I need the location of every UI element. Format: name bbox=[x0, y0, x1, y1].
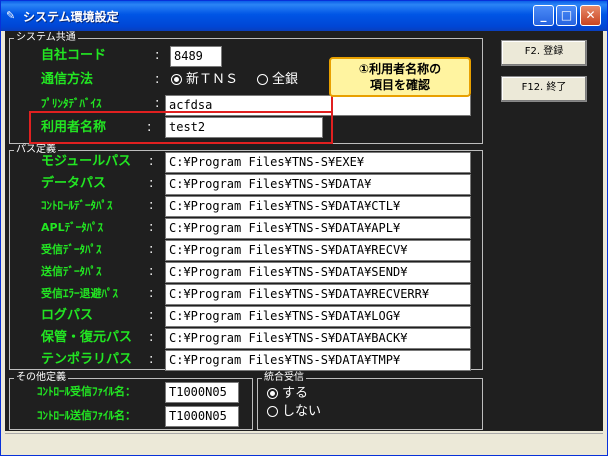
path-label-recv-error: 受信ｴﾗｰ退避ﾊﾟｽ bbox=[41, 287, 118, 300]
ctl-recv-input[interactable]: T1000N05 bbox=[165, 382, 239, 403]
integrated-radio-no[interactable]: しない bbox=[267, 403, 321, 421]
path-input-module[interactable]: C:¥Program Files¥TNS-S¥EXE¥ bbox=[165, 152, 471, 173]
path-label-module: モジュールパス bbox=[41, 154, 132, 169]
colon: : bbox=[149, 308, 154, 323]
radio-selected-icon bbox=[267, 388, 278, 399]
path-input-log[interactable]: C:¥Program Files¥TNS-S¥DATA¥LOG¥ bbox=[165, 306, 471, 327]
user-name-highlight-box bbox=[29, 111, 333, 144]
app-icon: ✎ bbox=[6, 9, 16, 22]
minimize-button[interactable]: _ bbox=[533, 5, 554, 26]
path-input-recv-error[interactable]: C:¥Program Files¥TNS-S¥DATA¥RECVERR¥ bbox=[165, 284, 471, 305]
colon: : bbox=[149, 264, 154, 279]
colon: : bbox=[149, 176, 154, 191]
path-label-backup: 保管・復元パス bbox=[41, 330, 133, 345]
integrated-option-label: する bbox=[282, 386, 309, 401]
comm-option-label: 新ＴＮＳ bbox=[186, 72, 239, 87]
path-input-recv-data[interactable]: C:¥Program Files¥TNS-S¥DATA¥RECV¥ bbox=[165, 240, 471, 261]
colon: : bbox=[149, 286, 154, 301]
colon: : bbox=[149, 330, 154, 345]
radio-unselected-icon bbox=[257, 74, 268, 85]
path-label-log: ログパス bbox=[41, 308, 94, 323]
comm-radio-zengin[interactable]: 全銀 bbox=[257, 71, 298, 89]
colon: : bbox=[149, 154, 154, 169]
path-input-temp[interactable]: C:¥Program Files¥TNS-S¥DATA¥TMP¥ bbox=[165, 350, 471, 371]
company-code-label: 自社コード bbox=[41, 48, 107, 63]
comm-method-label: 通信方法 bbox=[41, 72, 94, 87]
window-title: システム環境設定 bbox=[23, 10, 119, 24]
title-bar[interactable]: ✎ システム環境設定 _ □ ✕ bbox=[1, 1, 607, 31]
path-label-apl-data: APLﾃﾞｰﾀﾊﾟｽ bbox=[41, 221, 104, 234]
path-label-data: データパス bbox=[41, 176, 107, 191]
path-input-data[interactable]: C:¥Program Files¥TNS-S¥DATA¥ bbox=[165, 174, 471, 195]
ctl-send-label: ｺﾝﾄﾛｰﾙ送信ﾌｧｲﾙ名： bbox=[37, 409, 136, 422]
callout-line-1: ①利用者名称の bbox=[358, 62, 442, 76]
ctl-send-input[interactable]: T1000N05 bbox=[165, 406, 239, 427]
comm-radio-new-tns[interactable]: 新ＴＮＳ bbox=[171, 71, 238, 89]
callout-note: ①利用者名称の 項目を確認 bbox=[329, 57, 471, 97]
form-client-area: システム共通 自社コード : 8489 通信方法 : 新ＴＮＳ 全銀 ﾌﾟﾘﾝﾀ… bbox=[5, 31, 603, 431]
system-common-group-title: システム共通 bbox=[14, 32, 78, 44]
path-label-control-data: ｺﾝﾄﾛｰﾙﾃﾞｰﾀﾊﾟｽ bbox=[41, 199, 113, 212]
path-input-send-data[interactable]: C:¥Program Files¥TNS-S¥DATA¥SEND¥ bbox=[165, 262, 471, 283]
radio-unselected-icon bbox=[267, 406, 278, 417]
radio-selected-icon bbox=[171, 74, 182, 85]
path-input-backup[interactable]: C:¥Program Files¥TNS-S¥DATA¥BACK¥ bbox=[165, 328, 471, 349]
register-button[interactable]: F2. 登録 bbox=[501, 40, 587, 66]
callout-line-2: 項目を確認 bbox=[369, 78, 430, 92]
colon: : bbox=[149, 352, 154, 367]
path-label-send-data: 送信ﾃﾞｰﾀﾊﾟｽ bbox=[41, 265, 102, 278]
integrated-receive-group-title: 統合受信 bbox=[262, 372, 306, 384]
colon: : bbox=[155, 72, 160, 87]
colon: : bbox=[149, 198, 154, 213]
integrated-option-label: しない bbox=[282, 404, 322, 419]
company-code-input[interactable]: 8489 bbox=[170, 46, 222, 67]
ctl-recv-label: ｺﾝﾄﾛｰﾙ受信ﾌｧｲﾙ名： bbox=[37, 385, 136, 398]
colon: : bbox=[155, 48, 160, 63]
app-window: ✎ システム環境設定 _ □ ✕ システム共通 自社コード : 8489 通信方… bbox=[0, 0, 608, 456]
path-label-temp: テンポラリパス bbox=[41, 352, 133, 367]
colon: : bbox=[149, 242, 154, 257]
close-button[interactable]: ✕ bbox=[580, 5, 601, 26]
colon: : bbox=[149, 220, 154, 235]
path-input-apl-data[interactable]: C:¥Program Files¥TNS-S¥DATA¥APL¥ bbox=[165, 218, 471, 239]
path-label-recv-data: 受信ﾃﾞｰﾀﾊﾟｽ bbox=[41, 243, 102, 256]
path-input-control-data[interactable]: C:¥Program Files¥TNS-S¥DATA¥CTL¥ bbox=[165, 196, 471, 217]
integrated-radio-yes[interactable]: する bbox=[267, 385, 308, 403]
status-bar bbox=[5, 433, 603, 454]
maximize-button[interactable]: □ bbox=[556, 5, 577, 26]
exit-button[interactable]: F12. 終了 bbox=[501, 76, 587, 102]
comm-option-label: 全銀 bbox=[272, 72, 299, 87]
